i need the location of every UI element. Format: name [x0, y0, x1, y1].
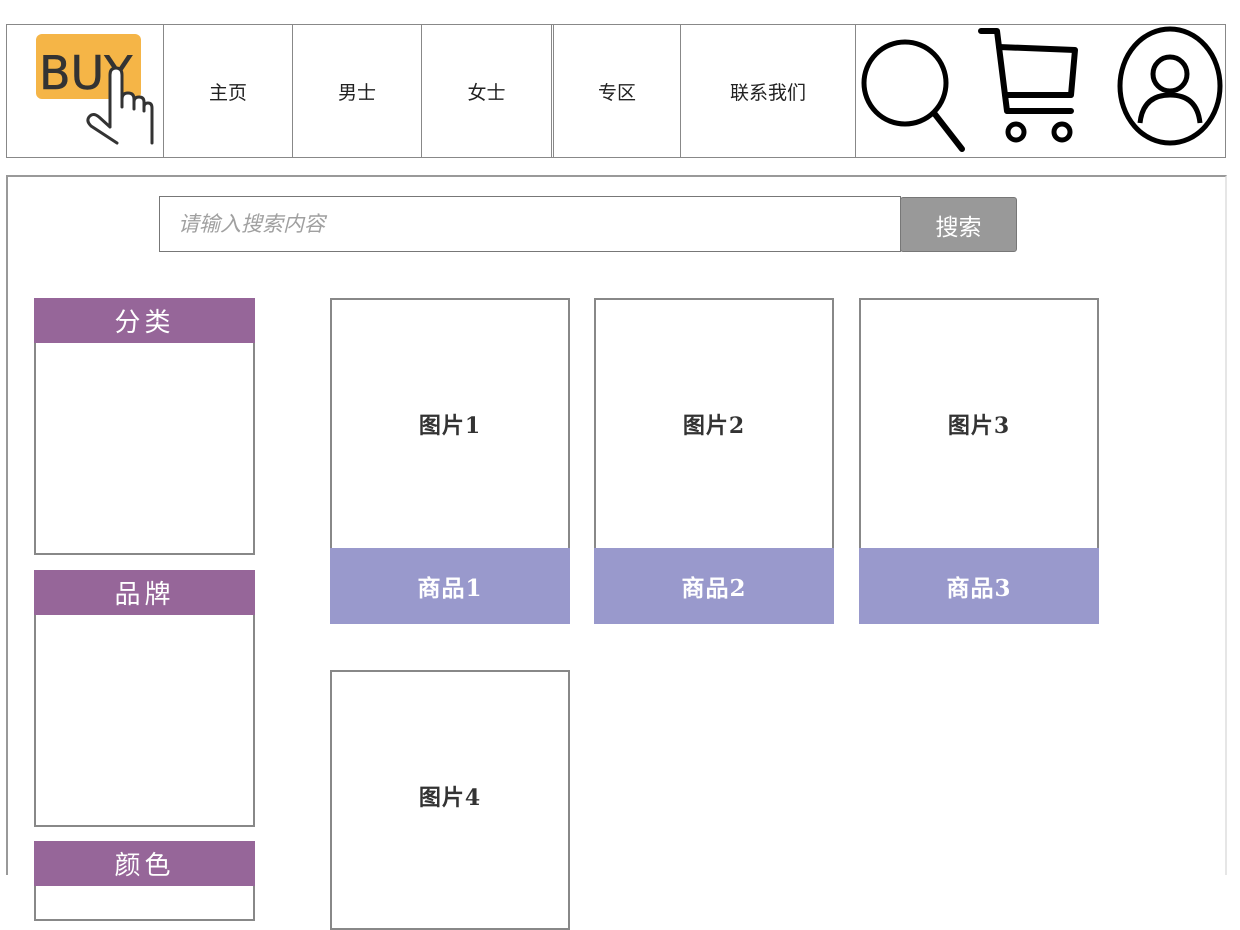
filter-category-title: 分类 — [34, 298, 255, 343]
nav-special[interactable]: 专区 — [554, 25, 681, 157]
product-card[interactable]: 图片3 商品3 — [859, 298, 1099, 624]
product-image: 图片4 — [418, 785, 482, 811]
search-button-label: 搜索 — [935, 214, 982, 241]
product-card[interactable]: 图片4 — [330, 670, 570, 930]
product-name: 商品1 — [330, 548, 570, 624]
filter-color-title: 颜色 — [34, 841, 255, 886]
product-image: 图片3 — [947, 413, 1011, 439]
nav-special-label: 专区 — [597, 81, 636, 104]
product-card[interactable]: 图片1 商品1 — [330, 298, 570, 624]
main-panel: 搜索 分类 品牌 颜色 图片1 商品1 图片2 商品2 图片3 商品3 图片4 — [6, 175, 1227, 930]
nav-contact-label: 联系我们 — [729, 81, 806, 104]
user-icon[interactable] — [1115, 25, 1225, 157]
nav-women[interactable]: 女士 — [422, 25, 554, 157]
logo[interactable]: BUY — [7, 25, 164, 157]
nav-contact[interactable]: 联系我们 — [681, 25, 856, 157]
search-button[interactable]: 搜索 — [900, 197, 1017, 252]
product-card[interactable]: 图片2 商品2 — [594, 298, 834, 624]
filter-brand-title: 品牌 — [34, 570, 255, 615]
search-box — [159, 196, 901, 252]
site-header: BUY 主页 男士 女士 专区 联系我们 — [6, 24, 1226, 158]
product-name: 商品3 — [859, 548, 1099, 624]
product-image: 图片1 — [418, 413, 482, 439]
nav-women-label: 女士 — [467, 81, 506, 104]
nav-home[interactable]: 主页 — [164, 25, 293, 157]
buy-logo-icon: BUY — [36, 34, 154, 145]
product-image: 图片2 — [682, 413, 746, 439]
search-icon[interactable] — [857, 25, 967, 157]
search-input[interactable] — [160, 197, 900, 251]
nav-home-label: 主页 — [208, 81, 247, 104]
filter-color: 颜色 — [34, 841, 255, 921]
filter-brand: 品牌 — [34, 570, 255, 827]
nav-men[interactable]: 男士 — [293, 25, 422, 157]
nav-men-label: 男士 — [337, 81, 376, 104]
filter-category: 分类 — [34, 298, 255, 555]
cart-icon[interactable] — [975, 25, 1085, 157]
product-name: 商品2 — [594, 548, 834, 624]
